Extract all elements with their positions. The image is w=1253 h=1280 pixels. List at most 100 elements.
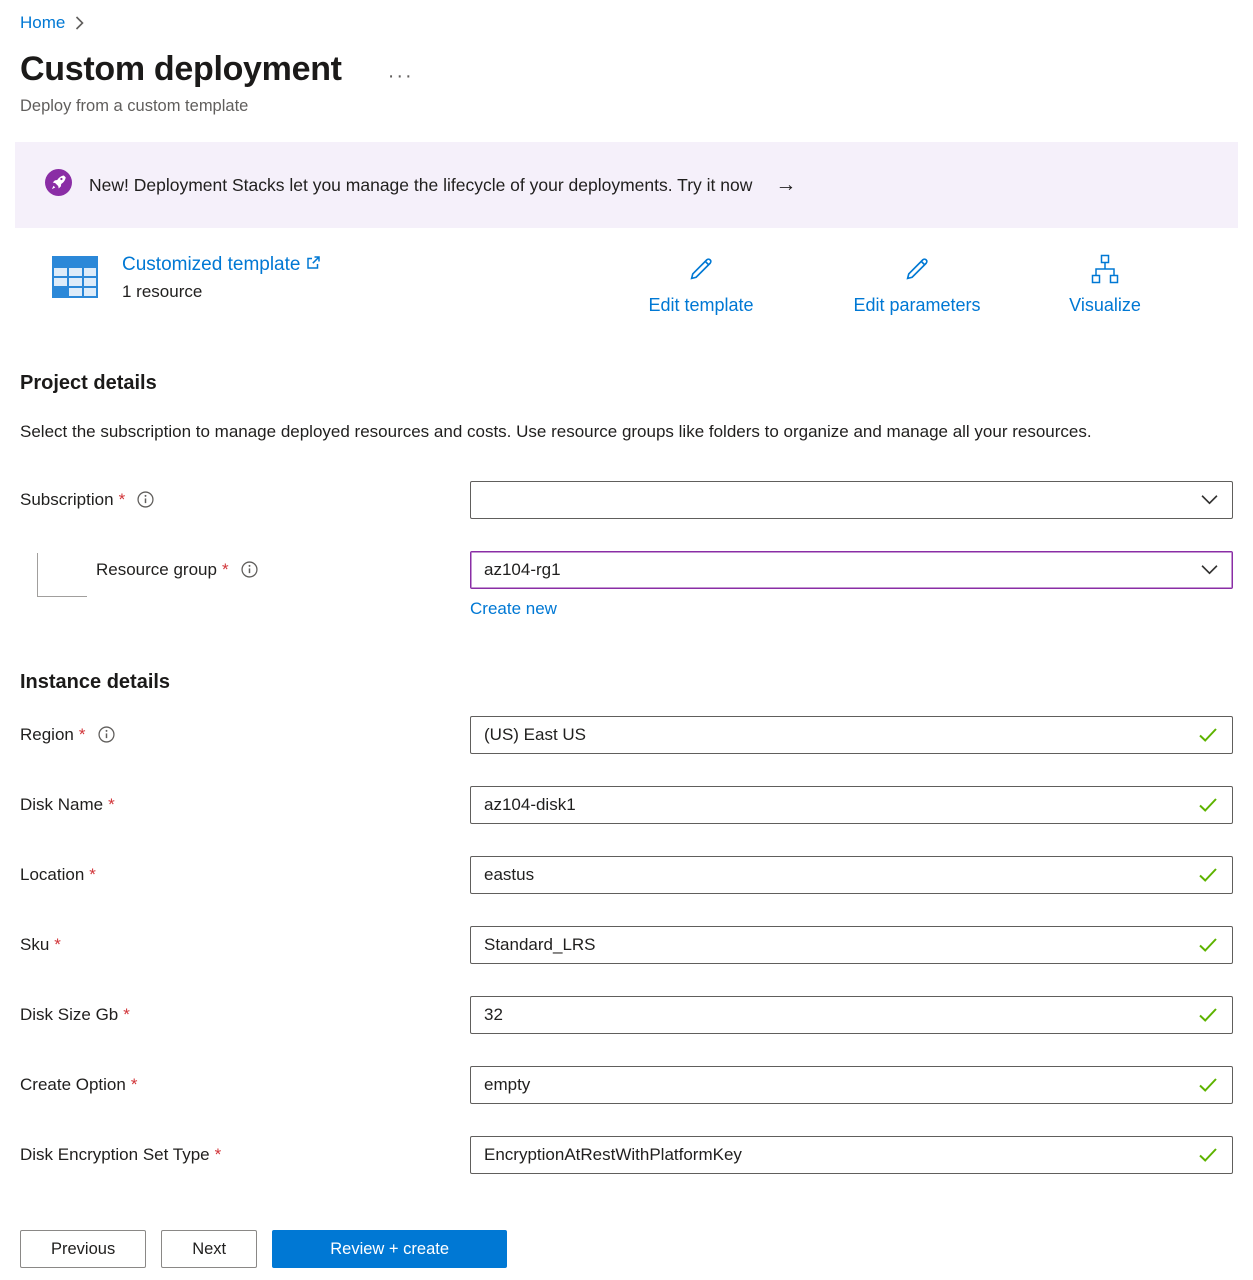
banner-message: New! Deployment Stacks let you manage th… [89,175,752,196]
disk-size-row: Disk Size Gb * 32 [20,996,1233,1034]
project-details-heading: Project details [20,372,1233,395]
project-form: Subscription * Resource group * [20,481,1233,619]
region-label-group: Region * [20,725,470,745]
template-info: Customized template 1 resource [122,254,320,302]
location-input[interactable]: eastus [470,856,1233,894]
disk-size-label-group: Disk Size Gb * [20,1005,470,1025]
customized-template-link[interactable]: Customized template [122,254,320,276]
create-option-label-group: Create Option * [20,1075,470,1095]
page-title: Custom deployment [20,50,342,89]
required-asterisk: * [123,1005,130,1025]
location-label-group: Location * [20,865,470,885]
template-resource-count: 1 resource [122,282,320,302]
required-asterisk: * [222,560,229,580]
valid-check-icon [1198,867,1218,883]
info-icon[interactable] [137,491,154,508]
review-create-button[interactable]: Review + create [272,1230,507,1268]
required-asterisk: * [108,795,115,815]
resource-group-row: Resource group * az104-rg1 [20,551,1233,589]
valid-check-icon [1198,1147,1218,1163]
info-icon[interactable] [241,561,258,578]
template-icon [52,256,98,303]
nesting-connector [37,553,87,597]
location-label: Location [20,865,84,885]
page-subtitle: Deploy from a custom template [20,97,1233,116]
wizard-footer: Previous Next Review + create [0,1218,1253,1280]
sku-label: Sku [20,935,49,955]
subscription-select[interactable] [470,481,1233,519]
location-row: Location * eastus [20,856,1233,894]
required-asterisk: * [89,865,96,885]
visualize-button[interactable]: Visualize [1025,254,1185,316]
subscription-label-group: Subscription * [20,490,470,510]
info-icon[interactable] [98,726,115,743]
pencil-icon [902,254,932,287]
visualize-label: Visualize [1069,295,1141,316]
external-link-icon [306,254,320,276]
create-option-input[interactable]: empty [470,1066,1233,1104]
create-option-label: Create Option [20,1075,126,1095]
next-button[interactable]: Next [161,1230,257,1268]
arrow-right-icon[interactable]: → [775,173,796,197]
disk-name-value: az104-disk1 [484,795,576,815]
chevron-down-icon [1201,494,1218,505]
disk-size-label: Disk Size Gb [20,1005,118,1025]
more-options-button[interactable]: ··· [388,65,414,88]
breadcrumb-chevron-icon [75,16,84,33]
resource-group-label: Resource group [96,560,217,580]
disk-encryption-label-group: Disk Encryption Set Type * [20,1145,470,1165]
disk-name-input[interactable]: az104-disk1 [470,786,1233,824]
required-asterisk: * [119,490,126,510]
sku-row: Sku * Standard_LRS [20,926,1233,964]
region-row: Region * (US) East US [20,716,1233,754]
subscription-row: Subscription * [20,481,1233,519]
create-option-value: empty [484,1075,530,1095]
previous-button[interactable]: Previous [20,1230,146,1268]
valid-check-icon [1198,1007,1218,1023]
edit-template-button[interactable]: Edit template [593,254,809,316]
valid-check-icon [1198,727,1218,743]
region-input[interactable]: (US) East US [470,716,1233,754]
location-value: eastus [484,865,534,885]
disk-size-input[interactable]: 32 [470,996,1233,1034]
template-card: Customized template 1 resource [20,254,1233,316]
disk-name-label-group: Disk Name * [20,795,470,815]
instance-form: Region * (US) East US Disk Name * [20,716,1233,1174]
disk-encryption-set-type-row: Disk Encryption Set Type * EncryptionAtR… [20,1136,1233,1174]
create-option-row: Create Option * empty [20,1066,1233,1104]
disk-name-row: Disk Name * az104-disk1 [20,786,1233,824]
valid-check-icon [1198,797,1218,813]
sku-input[interactable]: Standard_LRS [470,926,1233,964]
sku-label-group: Sku * [20,935,470,955]
required-asterisk: * [215,1145,222,1165]
region-value: (US) East US [484,725,586,745]
disk-name-label: Disk Name [20,795,103,815]
rocket-icon [45,169,72,201]
resource-group-select[interactable]: az104-rg1 [470,551,1233,589]
create-new-row: Create new [20,599,1233,619]
template-actions: Edit template Edit parameters [593,254,1233,316]
disk-encryption-set-type-value: EncryptionAtRestWithPlatformKey [484,1145,742,1165]
required-asterisk: * [79,725,86,745]
required-asterisk: * [54,935,61,955]
disk-size-value: 32 [484,1005,503,1025]
resource-group-label-group: Resource group * [20,560,470,580]
valid-check-icon [1198,1077,1218,1093]
disk-encryption-set-type-input[interactable]: EncryptionAtRestWithPlatformKey [470,1136,1233,1174]
disk-encryption-set-type-label: Disk Encryption Set Type [20,1145,210,1165]
pencil-icon [686,254,716,287]
edit-parameters-label: Edit parameters [853,295,980,316]
hierarchy-icon [1089,254,1121,287]
subscription-label: Subscription [20,490,114,510]
chevron-down-icon [1201,564,1218,575]
required-asterisk: * [131,1075,138,1095]
breadcrumb-home-link[interactable]: Home [20,13,65,33]
page-content: Home Custom deployment ··· Deploy from a… [0,0,1253,1174]
create-new-link[interactable]: Create new [470,599,557,619]
breadcrumb: Home [20,10,1233,36]
edit-parameters-button[interactable]: Edit parameters [809,254,1025,316]
template-name-text: Customized template [122,254,300,276]
resource-group-value: az104-rg1 [484,560,561,580]
region-label: Region [20,725,74,745]
instance-details-heading: Instance details [20,671,1233,694]
